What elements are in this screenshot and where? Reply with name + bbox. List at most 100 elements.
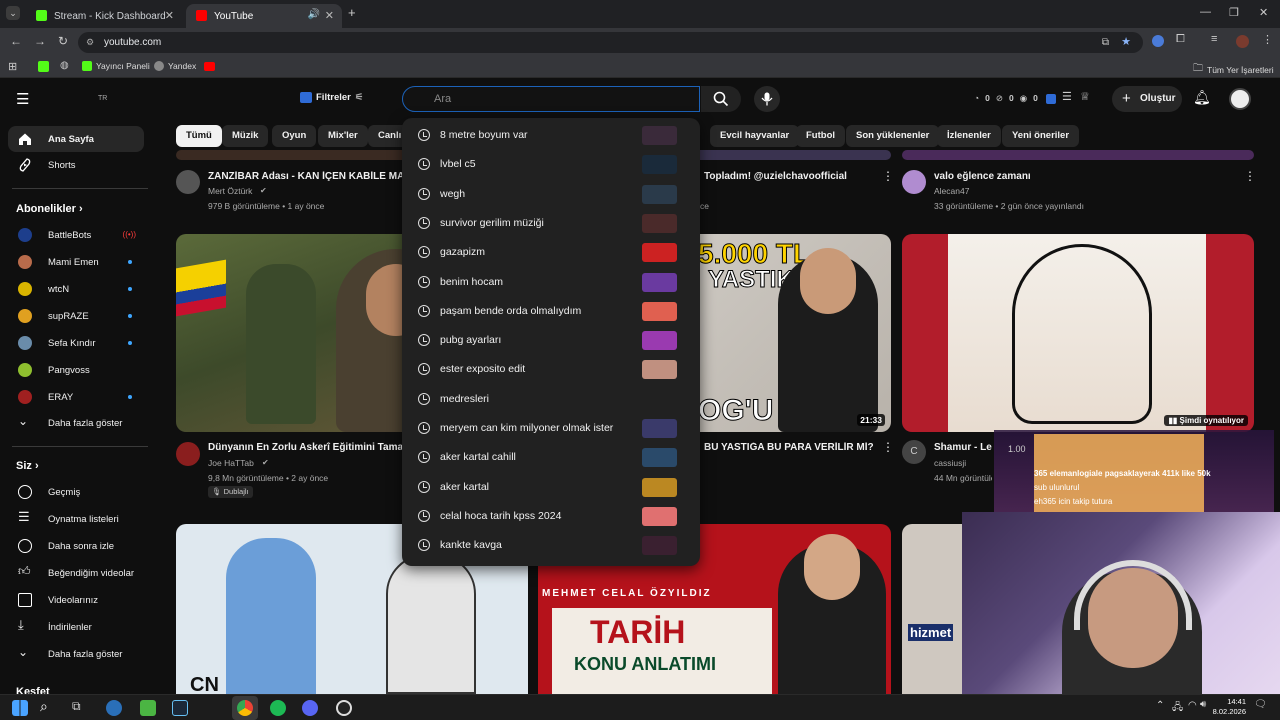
search-suggestion[interactable]: 8 metre boyum var [402,121,700,150]
sidebar-item-watch-later[interactable]: Daha sonra izle [8,533,144,559]
media-icon[interactable]: ≡ [1211,33,1217,45]
puzzle-icon[interactable]: ⧠ [1176,33,1185,46]
video-title[interactable]: Shamur - Le [934,442,994,453]
new-tab-button[interactable]: + [348,5,356,20]
video-title[interactable]: valo eğlence zamanı [934,171,1234,182]
reload-icon[interactable]: ↻ [58,34,68,48]
close-icon[interactable]: ✕ [165,9,174,22]
search-suggestion[interactable]: kankte kavga [402,531,700,560]
search-suggestion[interactable]: aker kartal [402,473,700,502]
steam-icon[interactable] [172,700,188,716]
close-icon[interactable]: ✕ [325,9,334,22]
sidebar-item-history[interactable]: Geçmiş [8,479,144,505]
subscriptions-header[interactable]: Abonelikler › [16,203,83,215]
obs-icon[interactable] [336,700,352,716]
video-title[interactable]: ZANZİBAR Adası - KAN İÇEN KABİLE MA [208,171,402,182]
chip-gaming[interactable]: Oyun [272,125,317,147]
filters-button[interactable]: Filtreler ⚟ [300,92,363,103]
sidebar-sub-sefa-kindir[interactable]: Sefa Kındır [8,330,144,356]
apps-icon[interactable]: ⊞ [8,60,17,73]
hamburger-menu-icon[interactable]: ☰ [16,90,29,108]
search-icon[interactable]: ⌕ [40,698,48,715]
spotify-icon[interactable] [270,700,286,716]
sidebar-sub-eray[interactable]: ERAY [8,384,144,410]
sidebar-item-playlists[interactable]: ☰ Oynatma listeleri [8,506,144,532]
chip-all[interactable]: Tümü [176,125,222,147]
windows-start-icon[interactable] [12,700,28,716]
search-suggestion[interactable]: benim hocam [402,268,700,297]
search-suggestion[interactable]: pubg ayarları [402,326,700,355]
trophy-icon[interactable]: ♕ [1080,90,1090,103]
search-suggestion[interactable]: meryem can kim milyoner olmak ister [402,414,700,443]
sidebar-sub-battlebots[interactable]: BattleBots ((•)) [8,222,144,248]
notification-icon[interactable]: 🗨︎ [1254,699,1267,710]
bookmark-star-icon[interactable]: ★ [1121,32,1131,53]
search-suggestion[interactable]: celal hoca tarih kpss 2024 [402,502,700,531]
channel-name[interactable]: Joe HaTTab [208,458,254,468]
search-suggestion[interactable]: survivor gerilim müziği [402,209,700,238]
list-icon[interactable]: ☰ [1062,90,1072,103]
search-suggestion[interactable]: aker kartal cahill [402,443,700,472]
video-thumbnail[interactable] [902,150,1254,160]
channel-avatar[interactable] [902,170,926,194]
search-suggestion[interactable]: wegh [402,180,700,209]
chip-new-to-you[interactable]: Yeni öneriler [1002,125,1080,147]
more-options-icon[interactable]: ⋮ [882,440,894,454]
tray-chevron-icon[interactable]: ⌃ [1156,700,1164,711]
you-header[interactable]: Siz › [16,460,39,472]
chip-mixes[interactable]: Mix'ler [318,125,368,147]
video-title[interactable]: BU YASTIĞA BU PARA VERİLİR Mİ? [704,442,874,453]
extension-icon[interactable] [1152,35,1164,47]
globe-icon[interactable]: ◍ [60,60,69,71]
video-thumbnail[interactable]: hizmet [902,524,962,694]
task-view-icon[interactable]: ⧉ [72,699,81,714]
chip-recently-uploaded[interactable]: Son yüklenenler [846,125,940,147]
sidebar-item-downloads[interactable]: ⤓ İndirilenler [8,614,144,640]
video-thumbnail[interactable]: ▮▮ Şimdi oynatılıyor [902,234,1254,432]
network-icon[interactable]: 🖧 [1172,700,1183,717]
sidebar-item-your-videos[interactable]: Videolarınız [8,587,144,613]
sidebar-show-more-you[interactable]: ⌄ Daha fazla göster [8,641,144,667]
search-input[interactable]: Ara [402,86,700,112]
steam-icon[interactable] [106,700,122,716]
tab-search-button[interactable]: ⌄ [6,6,20,20]
app-icon[interactable] [140,700,156,716]
bookmark-yayinci-paneli[interactable]: Yayıncı Paneli [82,61,150,71]
search-suggestion[interactable]: medresleri [402,385,700,414]
chrome-icon[interactable] [237,700,253,716]
channel-name[interactable]: Alecan47 [934,186,969,196]
more-options-icon[interactable]: ⋮ [882,169,894,183]
account-avatar[interactable] [1229,88,1251,110]
clock[interactable]: 14:41 8.02.2026 [1200,697,1246,717]
chip-music[interactable]: Müzik [222,125,269,147]
video-title[interactable]: Dünyanın En Zorlu Askerî Eğitimini Tama [208,442,402,453]
all-bookmarks[interactable]: 🗀 Tüm Yer İşaretleri [1193,61,1274,78]
profile-avatar[interactable] [1236,35,1249,48]
channel-avatar[interactable] [176,170,200,194]
search-suggestion[interactable]: paşam bende orda olmalıydım [402,297,700,326]
speaker-icon[interactable]: 🔊 [308,9,320,20]
notifications-bell-icon[interactable]: 🔔︎ [1193,89,1211,106]
sidebar-sub-mami-emen[interactable]: Mami Emen [8,249,144,275]
close-window-button[interactable]: ✕ [1259,6,1268,19]
minimize-button[interactable]: — [1200,6,1211,18]
channel-avatar[interactable]: C [902,440,926,464]
video-title[interactable]: Topladım! @uzielchavoofficial [704,171,874,182]
discord-icon[interactable] [302,700,318,716]
more-options-icon[interactable]: ⋮ [1244,169,1256,183]
chip-pets[interactable]: Evcil hayvanlar [710,125,800,147]
sidebar-show-more-subs[interactable]: ⌄ Daha fazla göster [8,410,144,436]
search-suggestion[interactable]: lvbel c5 [402,150,700,179]
search-suggestion[interactable]: ester exposito edit [402,355,700,384]
channel-avatar[interactable] [176,442,200,466]
sidebar-item-liked-videos[interactable]: 👍︎ Beğendiğim videolar [8,560,144,586]
tab-youtube[interactable]: YouTube 🔊 ✕ [186,4,342,28]
youtube-bookmark-icon[interactable] [204,62,215,71]
create-button[interactable]: + Oluştur [1112,86,1182,112]
channel-name[interactable]: cassiusji [934,458,966,468]
chip-football[interactable]: Futbol [796,125,846,147]
sidebar-sub-wtcn[interactable]: wtcN [8,276,144,302]
menu-icon[interactable]: ⋮ [1262,33,1273,46]
forward-icon[interactable]: → [34,34,46,48]
voice-search-button[interactable] [754,86,780,112]
